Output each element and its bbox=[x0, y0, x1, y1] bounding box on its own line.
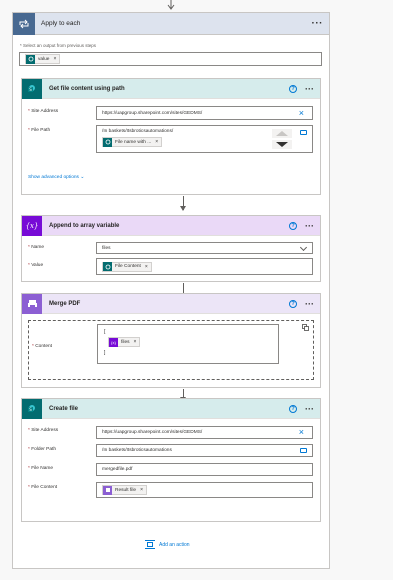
create-file-card: S Create file ? ··· * Site Address https… bbox=[21, 398, 321, 522]
site-address-value: https://uapgroup.sharepoint.com/sites/GE… bbox=[102, 430, 203, 435]
open-bracket: [ bbox=[104, 329, 106, 335]
down-arrow-icon[interactable] bbox=[272, 140, 292, 149]
variable-icon: {x} bbox=[22, 215, 42, 236]
content-field[interactable]: [ {x} files × ] bbox=[97, 324, 279, 364]
help-icon[interactable]: ? bbox=[289, 221, 297, 230]
connector-arrow-icon bbox=[180, 206, 186, 211]
site-address-row: * Site Address bbox=[28, 109, 59, 114]
help-icon[interactable]: ? bbox=[289, 299, 297, 308]
file-content-field[interactable]: Result file × bbox=[96, 482, 313, 498]
result-file-token[interactable]: Result file × bbox=[102, 485, 147, 495]
sharepoint-icon: S bbox=[22, 398, 42, 419]
merge-pdf-card: Merge PDF ? ··· * Content [ {x} files × … bbox=[21, 293, 321, 388]
more-options-icon[interactable]: ··· bbox=[305, 299, 314, 308]
file-path-value: /In baskets/Itsbroticsautomations/ bbox=[102, 129, 174, 134]
variable-icon: {x} bbox=[109, 337, 118, 347]
create-file-header[interactable]: S Create file ? ··· bbox=[22, 398, 320, 419]
folder-path-label: Folder Path bbox=[31, 447, 57, 452]
path-stepper[interactable] bbox=[272, 129, 292, 149]
file-name-token-label: File name with ... bbox=[115, 139, 152, 145]
file-name-field[interactable]: mergedfile.pdf bbox=[96, 463, 313, 476]
sharepoint-icon bbox=[26, 54, 35, 64]
content-label: Content bbox=[35, 344, 53, 349]
site-address-label: Site Address bbox=[31, 428, 59, 433]
file-path-label: File Path bbox=[31, 128, 51, 133]
sharepoint-icon bbox=[103, 262, 112, 271]
append-array-title: Append to array variable bbox=[49, 222, 120, 229]
clear-icon[interactable]: × bbox=[299, 428, 304, 437]
name-select[interactable]: files bbox=[96, 242, 313, 254]
content-dropzone: * Content [ {x} files × ] bbox=[28, 320, 314, 380]
svg-text:S: S bbox=[29, 87, 32, 92]
value-field[interactable]: File Content × bbox=[96, 258, 313, 275]
remove-token-icon[interactable]: × bbox=[145, 264, 148, 270]
select-output-label: * Select an output from previous steps bbox=[20, 43, 97, 48]
merge-pdf-header[interactable]: Merge PDF ? ··· bbox=[22, 293, 320, 314]
merge-pdf-icon bbox=[22, 293, 42, 314]
site-address-value: https://uapgroup.sharepoint.com/sites/GE… bbox=[102, 110, 203, 116]
merge-pdf-icon bbox=[103, 485, 112, 495]
get-file-content-header[interactable]: S Get file content using path ? ··· bbox=[22, 78, 320, 99]
get-file-content-card: S Get file content using path ? ··· * Si… bbox=[21, 78, 321, 195]
close-bracket: ] bbox=[104, 350, 106, 356]
more-options-icon[interactable]: ··· bbox=[305, 221, 314, 230]
get-file-content-title: Get file content using path bbox=[49, 85, 125, 92]
name-value: files bbox=[102, 245, 111, 251]
name-label: Name bbox=[31, 245, 44, 250]
append-array-card: {x} Append to array variable ? ··· * Nam… bbox=[21, 215, 321, 282]
svg-text:S: S bbox=[29, 407, 32, 412]
file-content-token-label: File Content bbox=[115, 264, 141, 269]
show-advanced-options-link[interactable]: Show advanced options ⌄ bbox=[28, 175, 84, 180]
up-arrow-icon[interactable] bbox=[272, 129, 292, 138]
folder-icon[interactable] bbox=[300, 448, 307, 453]
loop-icon bbox=[13, 12, 35, 35]
folder-icon[interactable] bbox=[300, 130, 307, 135]
more-options-icon[interactable]: ··· bbox=[305, 404, 314, 413]
merge-pdf-title: Merge PDF bbox=[49, 300, 81, 307]
apply-to-each-title: Apply to each bbox=[41, 20, 81, 27]
remove-token-icon[interactable]: × bbox=[140, 487, 143, 493]
select-output-field[interactable]: value × bbox=[19, 52, 322, 66]
remove-token-icon[interactable]: × bbox=[53, 56, 56, 62]
files-token[interactable]: {x} files × bbox=[108, 337, 141, 347]
folder-path-field[interactable]: /In baskets/Itsbroticsautomations bbox=[96, 444, 313, 457]
more-options-icon[interactable]: ··· bbox=[305, 84, 314, 93]
file-path-field[interactable]: /In baskets/Itsbroticsautomations/ File … bbox=[96, 125, 313, 153]
value-label: Value bbox=[31, 263, 44, 268]
sharepoint-icon: S bbox=[22, 78, 42, 99]
file-name-value: mergedfile.pdf bbox=[102, 467, 133, 472]
file-path-row: * File Path bbox=[28, 128, 51, 133]
help-icon[interactable]: ? bbox=[289, 84, 297, 93]
folder-path-value: /In baskets/Itsbroticsautomations bbox=[102, 448, 172, 453]
site-address-field[interactable]: https://uapgroup.sharepoint.com/sites/GE… bbox=[96, 106, 313, 120]
add-an-action-label: Add an action bbox=[159, 541, 190, 548]
add-an-action-button[interactable]: Add an action bbox=[145, 540, 190, 549]
help-icon[interactable]: ? bbox=[289, 404, 297, 413]
site-address-field[interactable]: https://uapgroup.sharepoint.com/sites/GE… bbox=[96, 426, 313, 439]
apply-to-each-header[interactable]: Apply to each ··· bbox=[13, 12, 329, 35]
append-array-header[interactable]: {x} Append to array variable ? ··· bbox=[22, 215, 320, 236]
result-file-token-label: Result file bbox=[115, 487, 137, 493]
incoming-arrow-icon bbox=[167, 0, 175, 10]
switch-array-icon[interactable] bbox=[302, 324, 309, 331]
more-options-icon[interactable]: ··· bbox=[312, 18, 324, 28]
file-name-token[interactable]: File name with ... × bbox=[102, 137, 163, 147]
clear-icon[interactable]: × bbox=[299, 108, 304, 118]
create-file-title: Create file bbox=[49, 405, 79, 412]
add-action-icon bbox=[145, 540, 155, 549]
file-content-label: File Content bbox=[31, 485, 58, 490]
chevron-down-icon[interactable] bbox=[299, 243, 308, 252]
files-token-label: files bbox=[121, 339, 130, 345]
sharepoint-icon bbox=[103, 137, 112, 147]
file-content-token[interactable]: File Content × bbox=[102, 261, 152, 272]
remove-token-icon[interactable]: × bbox=[155, 139, 158, 145]
value-token-label: value bbox=[38, 56, 50, 62]
apply-to-each-container: Apply to each ··· * Select an output fro… bbox=[12, 12, 330, 569]
remove-token-icon[interactable]: × bbox=[134, 339, 137, 345]
site-address-label: Site Address bbox=[31, 109, 59, 114]
file-name-label: File Name bbox=[31, 466, 54, 471]
value-token[interactable]: value × bbox=[25, 54, 61, 64]
